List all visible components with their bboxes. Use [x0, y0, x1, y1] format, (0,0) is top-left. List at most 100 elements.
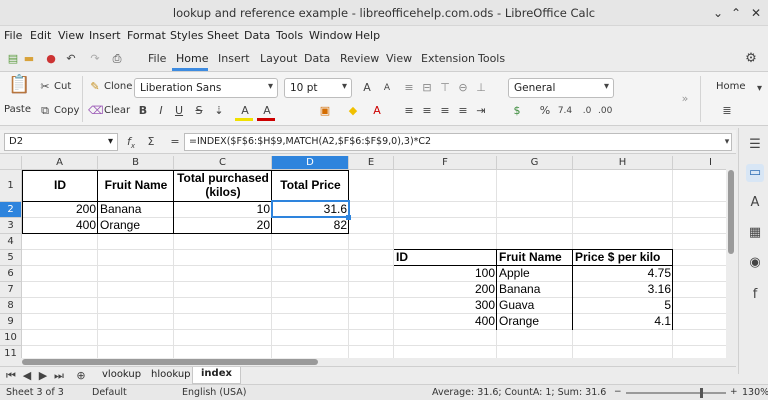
cell-h6[interactable]: 4.75 [573, 266, 673, 280]
cell-a1[interactable]: ID [22, 178, 98, 192]
tab-view[interactable]: View [386, 52, 412, 65]
zoom-out-icon[interactable]: − [614, 387, 622, 397]
row-header-8[interactable]: 8 [0, 298, 22, 314]
row-header-9[interactable]: 9 [0, 314, 22, 330]
sheet-tab-index[interactable]: index [192, 367, 241, 384]
save-icon[interactable]: ● [44, 52, 58, 66]
cell-f8[interactable]: 300 [394, 298, 497, 312]
clear-button[interactable]: Clear [104, 105, 130, 116]
close-icon[interactable]: ✕ [748, 5, 764, 21]
selection-summary[interactable]: Average: 31.6; CountA: 1; Sum: 31.6 [432, 387, 606, 398]
next-sheet-icon[interactable]: ▶ [36, 369, 50, 383]
menu-format[interactable]: Format [127, 29, 166, 42]
vertical-scrollbar[interactable] [726, 156, 736, 366]
function-wizard-icon[interactable]: fx [124, 135, 138, 150]
page-style[interactable]: Default [92, 387, 127, 398]
add-sheet-icon[interactable]: ⊕ [74, 369, 88, 383]
remove-decimal-icon[interactable]: .00 [598, 104, 612, 118]
maximize-icon[interactable]: ⌃ [728, 5, 744, 21]
paste-label[interactable]: Paste [4, 104, 31, 115]
zoom-slider[interactable] [626, 392, 726, 394]
cell-f9[interactable]: 400 [394, 314, 497, 328]
font-name-select[interactable]: Liberation Sans [134, 78, 278, 98]
row-header-10[interactable]: 10 [0, 330, 22, 346]
col-header-c[interactable]: C [174, 156, 272, 170]
strikethrough-button[interactable]: S [192, 104, 206, 118]
more-options-icon[interactable]: » [678, 92, 692, 106]
cell-g8[interactable]: Guava [497, 298, 573, 312]
sheet-tab-hlookup[interactable]: hlookup [151, 369, 191, 380]
col-header-e[interactable]: E [349, 156, 394, 170]
align-bottom-icon[interactable]: ⊥ [474, 81, 488, 95]
col-header-d[interactable]: D [272, 156, 349, 170]
font-color-icon[interactable]: A [260, 104, 274, 118]
col-header-i[interactable]: I [673, 156, 726, 170]
horizontal-scrollbar[interactable] [22, 358, 726, 366]
menu-help[interactable]: Help [355, 29, 380, 42]
menu-edit[interactable]: Edit [30, 29, 51, 42]
row-header-4[interactable]: 4 [0, 234, 22, 250]
font-color-dropdown-icon[interactable]: A [370, 104, 384, 118]
sidebar-functions-icon[interactable]: f [746, 286, 764, 304]
percent-button[interactable]: % [538, 104, 552, 118]
vertical-scroll-thumb[interactable] [728, 170, 734, 254]
cut-icon[interactable]: ✂ [38, 80, 52, 94]
merge-cells-icon[interactable]: ⊟ [420, 81, 434, 95]
bold-button[interactable]: B [136, 104, 150, 118]
font-size-select[interactable]: 10 pt [284, 78, 352, 98]
first-sheet-icon[interactable]: ⏮ [4, 369, 18, 383]
tab-file[interactable]: File [148, 52, 166, 65]
last-sheet-icon[interactable]: ⏭ [52, 369, 66, 383]
copy-icon[interactable]: ⧉ [38, 104, 52, 118]
shrink-font-icon[interactable]: A [380, 81, 394, 95]
borders-icon[interactable]: ▣ [318, 104, 332, 118]
redo-icon[interactable]: ↷ [88, 52, 102, 66]
cell-g5[interactable]: Fruit Name [497, 250, 573, 264]
clone-button[interactable]: Clone [104, 81, 132, 92]
align-center-icon[interactable]: ≡ [420, 104, 434, 118]
cell-c3[interactable]: 20 [174, 218, 272, 232]
row-header-1[interactable]: 1 [0, 170, 22, 202]
row-header-6[interactable]: 6 [0, 266, 22, 282]
cell-f6[interactable]: 100 [394, 266, 497, 280]
spreadsheet-grid[interactable]: A B C D E F G H I 1 2 3 4 5 6 7 8 9 10 1… [0, 156, 726, 358]
language[interactable]: English (USA) [182, 387, 246, 398]
tab-layout[interactable]: Layout [260, 52, 297, 65]
row-header-2[interactable]: 2 [0, 202, 22, 218]
sidebar-navigator-icon[interactable]: ◉ [746, 254, 764, 272]
copy-button[interactable]: Copy [54, 105, 79, 116]
menu-view[interactable]: View [58, 29, 84, 42]
cell-f7[interactable]: 200 [394, 282, 497, 296]
prev-sheet-icon[interactable]: ◀ [20, 369, 34, 383]
cell-h9[interactable]: 4.1 [573, 314, 673, 328]
zoom-level[interactable]: 130% [742, 387, 768, 398]
settings-gear-icon[interactable]: ⚙ [744, 52, 758, 66]
cell-h8[interactable]: 5 [573, 298, 673, 312]
align-top-icon[interactable]: ⊤ [438, 81, 452, 95]
sidebar-properties-icon[interactable]: ▭ [746, 164, 764, 182]
cell-c2[interactable]: 10 [174, 202, 272, 216]
underline-button[interactable]: U [172, 104, 186, 118]
minimize-icon[interactable]: ⌄ [710, 5, 726, 21]
zoom-in-icon[interactable]: + [730, 387, 738, 397]
cell-g7[interactable]: Banana [497, 282, 573, 296]
row-header-5[interactable]: 5 [0, 250, 22, 266]
sheet-tab-vlookup[interactable]: vlookup [102, 369, 141, 380]
tab-insert[interactable]: Insert [218, 52, 250, 65]
formula-input[interactable]: =INDEX($F$6:$H$9,MATCH(A2,$F$6:$F$9,0),3… [184, 133, 732, 151]
cell-f5[interactable]: ID [394, 250, 496, 264]
tab-tools[interactable]: Tools [478, 52, 505, 65]
select-all-corner[interactable] [0, 156, 22, 170]
undo-icon[interactable]: ↶ [64, 52, 78, 66]
currency-icon[interactable]: $ [510, 104, 524, 118]
italic-button[interactable]: I [154, 104, 168, 118]
sidebar-gallery-icon[interactable]: ▦ [746, 224, 764, 242]
open-folder-icon[interactable]: ▬ [22, 52, 36, 66]
background-color-icon[interactable]: ◆ [346, 104, 360, 118]
home-style-select[interactable]: Home [716, 81, 766, 94]
align-right-icon[interactable]: ≡ [438, 104, 452, 118]
align-left-icon[interactable]: ≡ [402, 104, 416, 118]
menu-tools[interactable]: Tools [276, 29, 303, 42]
style-preview-icon[interactable]: ≣ [720, 104, 734, 118]
shadow-icon[interactable]: ⇣ [212, 104, 226, 118]
